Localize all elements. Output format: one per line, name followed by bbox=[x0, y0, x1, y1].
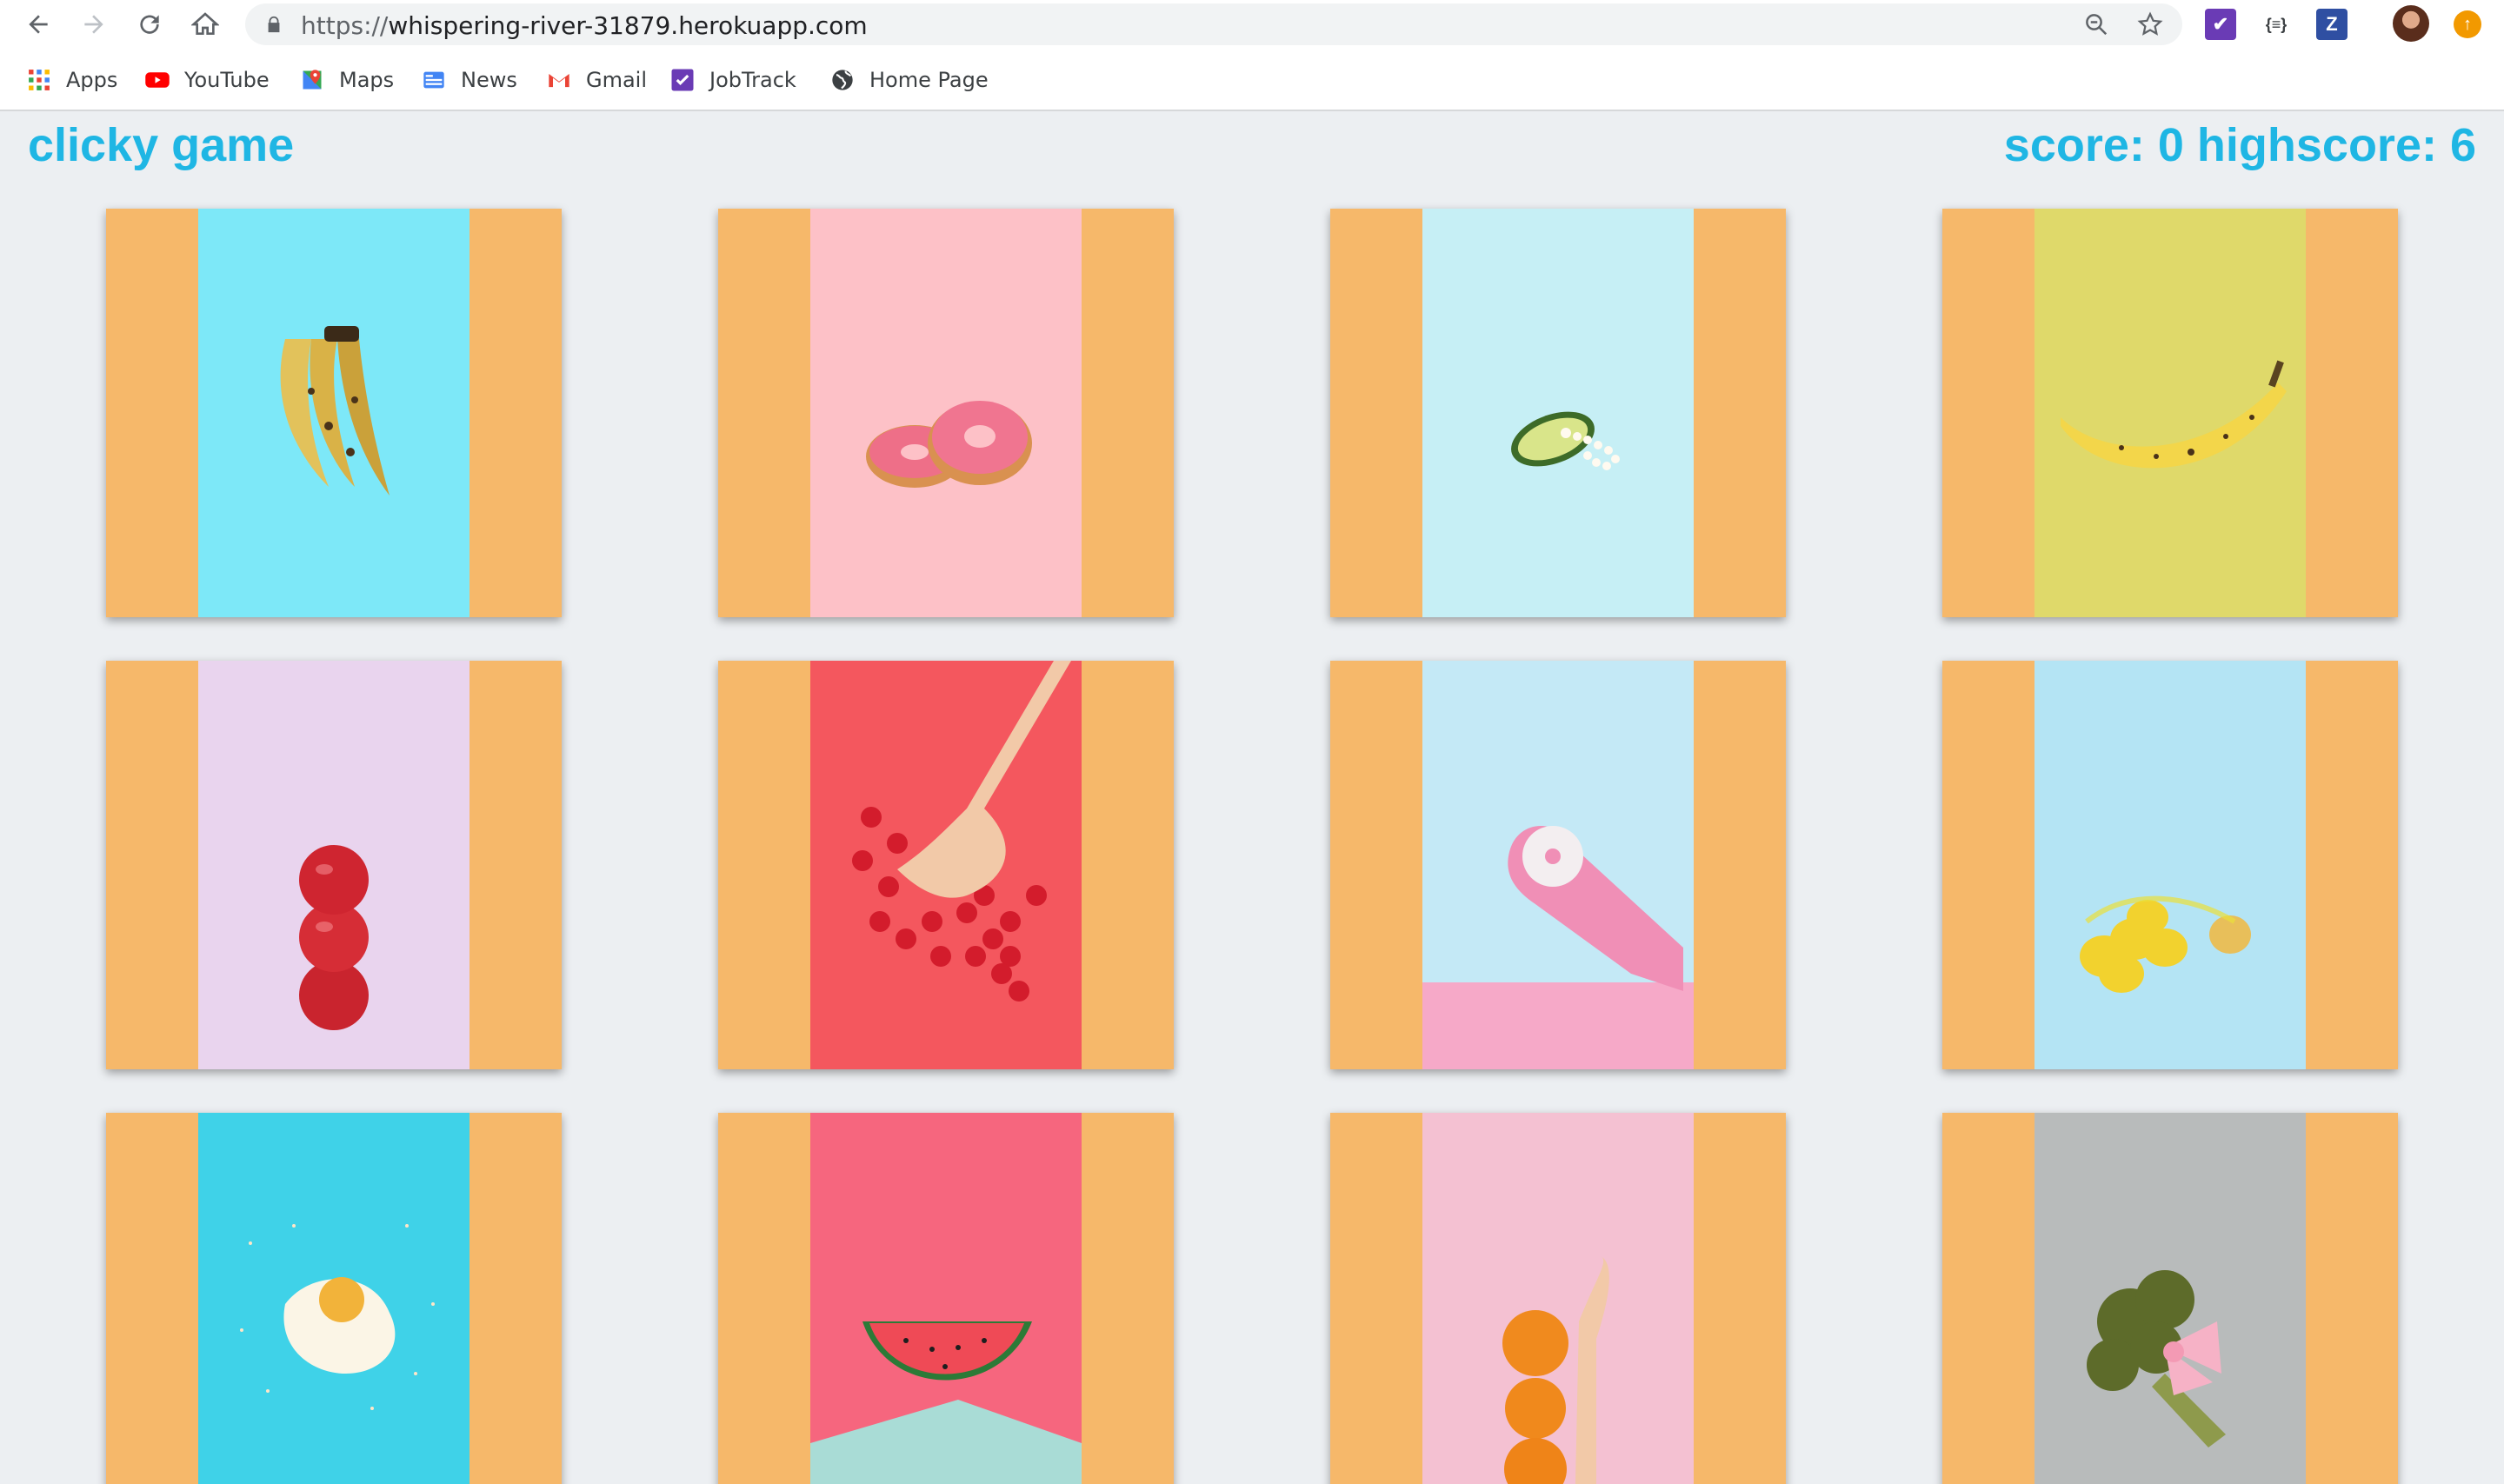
youtube-icon bbox=[144, 67, 170, 93]
pink-donuts-image bbox=[810, 209, 1082, 617]
browser-toolbar: https://whispering-river-31879.herokuapp… bbox=[0, 0, 2504, 49]
card-lemons-net[interactable] bbox=[1942, 661, 2398, 1069]
jobtrack-extension-icon[interactable]: ✔ bbox=[2205, 9, 2236, 40]
address-bar[interactable]: https://whispering-river-31879.herokuapp… bbox=[245, 3, 2182, 45]
card-single-banana[interactable] bbox=[1942, 209, 2398, 617]
home-icon bbox=[191, 12, 219, 35]
card-stacked-apples[interactable] bbox=[106, 661, 562, 1069]
card-hand-strawberries[interactable] bbox=[718, 661, 1174, 1069]
bookmark-apps[interactable]: Apps bbox=[26, 64, 117, 96]
fried-egg-sprinkles-image bbox=[198, 1113, 470, 1484]
reload-button[interactable] bbox=[132, 7, 167, 42]
bookmark-news[interactable]: News bbox=[421, 64, 517, 96]
star-bookmark-icon[interactable] bbox=[2137, 11, 2163, 37]
stacked-apples-image bbox=[198, 661, 470, 1069]
forward-button[interactable] bbox=[77, 7, 111, 42]
card-avocado-pearls[interactable] bbox=[1330, 209, 1786, 617]
card-broccoli-bow[interactable] bbox=[1942, 1113, 2398, 1484]
news-icon bbox=[421, 67, 447, 93]
back-button[interactable] bbox=[21, 7, 56, 42]
bookmark-label: Maps bbox=[339, 68, 395, 92]
url-text: https://whispering-river-31879.herokuapp… bbox=[301, 11, 868, 40]
bookmark-label: News bbox=[461, 68, 517, 92]
maps-icon bbox=[299, 67, 325, 93]
card-hand-oranges[interactable] bbox=[1330, 1113, 1786, 1484]
bookmark-label: Apps bbox=[66, 68, 118, 92]
arrow-left-icon bbox=[29, 15, 48, 34]
card-watermelon-slice[interactable] bbox=[718, 1113, 1174, 1484]
watermelon-slice-image bbox=[810, 1113, 1082, 1484]
bookmark-maps[interactable]: Maps bbox=[299, 64, 394, 96]
card-fried-egg-sprinkles[interactable] bbox=[106, 1113, 562, 1484]
card-bananas-bunch[interactable] bbox=[106, 209, 562, 617]
gmail-icon bbox=[546, 67, 572, 93]
bookmark-label: JobTrack bbox=[709, 68, 796, 92]
json-viewer-extension-icon[interactable]: {≡} bbox=[2261, 9, 2292, 40]
score-display: score: 0 highscore: 6 bbox=[2003, 119, 2476, 171]
lemons-net-image bbox=[2034, 661, 2306, 1069]
bookmarks-bar: Apps YouTube Maps News Gmail JobTrack Ho… bbox=[0, 49, 2504, 111]
z-extension-icon[interactable]: Z bbox=[2316, 9, 2348, 40]
arrow-right-icon bbox=[84, 15, 103, 34]
avocado-pearls-image bbox=[1422, 209, 1694, 617]
single-banana-image bbox=[2034, 209, 2306, 617]
hand-oranges-image bbox=[1422, 1113, 1694, 1484]
card-pink-donuts[interactable] bbox=[718, 209, 1174, 617]
card-glove-donut[interactable] bbox=[1330, 661, 1786, 1069]
bookmark-label: Gmail bbox=[586, 68, 648, 92]
bookmark-label: Home Page bbox=[869, 68, 989, 92]
broccoli-bow-image bbox=[2034, 1113, 2306, 1484]
globe-icon bbox=[829, 67, 856, 93]
update-icon[interactable]: ↑ bbox=[2454, 10, 2481, 38]
lock-icon bbox=[268, 16, 280, 33]
bookmark-youtube[interactable]: YouTube bbox=[144, 64, 270, 96]
bananas-bunch-image bbox=[198, 209, 470, 617]
bookmark-gmail[interactable]: Gmail bbox=[546, 64, 647, 96]
profile-avatar[interactable] bbox=[2393, 5, 2429, 42]
home-button[interactable] bbox=[188, 7, 223, 42]
apps-grid-icon bbox=[26, 67, 52, 93]
hand-strawberries-image bbox=[810, 661, 1082, 1069]
bookmark-label: YouTube bbox=[184, 68, 270, 92]
jobtrack-icon bbox=[669, 67, 696, 93]
bookmark-jobtrack[interactable]: JobTrack bbox=[669, 64, 796, 96]
zoom-icon[interactable] bbox=[2083, 11, 2109, 37]
glove-donut-image bbox=[1422, 661, 1694, 1069]
game-title: clicky game bbox=[28, 119, 295, 171]
bookmark-home-page[interactable]: Home Page bbox=[829, 64, 989, 96]
reload-icon bbox=[140, 15, 159, 34]
